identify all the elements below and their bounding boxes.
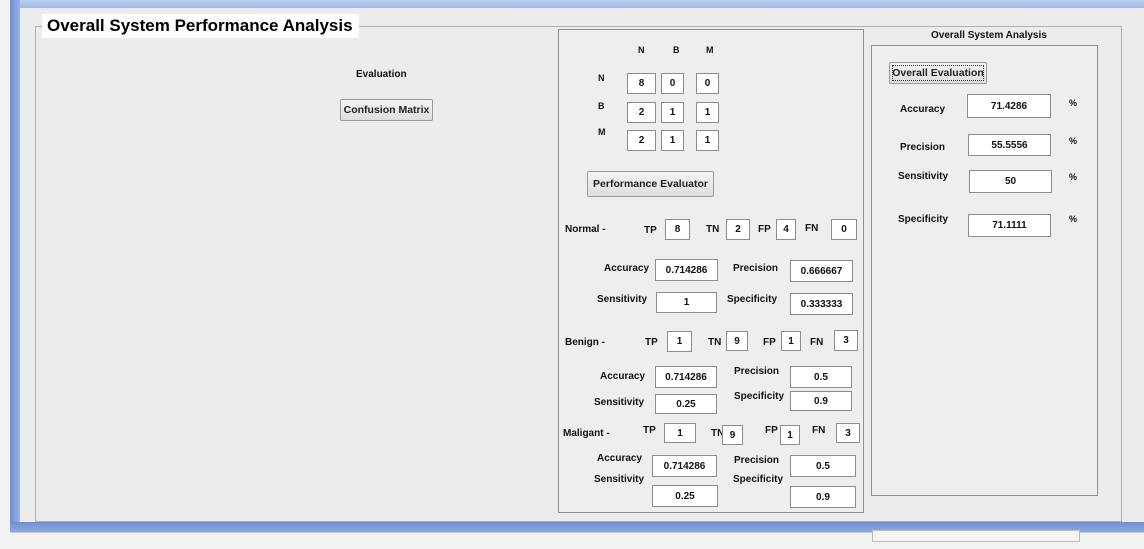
normal-sensitivity-field[interactable]: 1: [656, 292, 717, 313]
page-title: Overall System Performance Analysis: [42, 14, 359, 38]
benign-specificity-field[interactable]: 0.9: [790, 391, 852, 411]
percent-sign: %: [1069, 214, 1078, 224]
benign-label: Benign -: [565, 337, 605, 348]
benign-sensitivity-field[interactable]: 0.25: [655, 394, 717, 414]
precision-label: Precision: [734, 366, 780, 377]
overall-title: Overall System Analysis: [931, 30, 1047, 41]
fn-label: FN: [812, 425, 826, 436]
matrix-cell[interactable]: 0: [661, 73, 684, 94]
sensitivity-label: Sensitivity: [594, 474, 645, 485]
specificity-label: Specificity: [734, 391, 785, 402]
normal-specificity-field[interactable]: 0.333333: [790, 293, 853, 315]
malignant-accuracy-field[interactable]: 0.714286: [652, 455, 717, 477]
evaluation-label: Evaluation: [356, 69, 407, 80]
accuracy-label: Accuracy: [900, 104, 946, 115]
benign-tn-field[interactable]: 9: [726, 331, 748, 351]
accuracy-label: Accuracy: [604, 263, 650, 274]
fp-label: FP: [765, 425, 778, 436]
benign-tp-field[interactable]: 1: [667, 331, 692, 352]
matrix-cell[interactable]: 2: [627, 102, 656, 123]
bottom-right-control: [872, 530, 1080, 542]
sensitivity-label: Sensitivity: [898, 171, 949, 182]
percent-sign: %: [1069, 98, 1078, 108]
accuracy-label: Accuracy: [597, 453, 643, 464]
benign-fn-field[interactable]: 3: [834, 330, 858, 351]
benign-fp-field[interactable]: 1: [781, 331, 801, 351]
matrix-col-header: B: [673, 45, 680, 55]
matrix-col-header: N: [638, 45, 645, 55]
benign-accuracy-field[interactable]: 0.714286: [655, 366, 717, 388]
malignant-fp-field[interactable]: 1: [780, 425, 800, 445]
percent-sign: %: [1069, 136, 1078, 146]
normal-fn-field[interactable]: 0: [831, 219, 857, 240]
window-left-rail: [10, 0, 20, 549]
benign-precision-field[interactable]: 0.5: [790, 366, 852, 388]
matrix-row-header: N: [598, 73, 605, 83]
malignant-tn-field[interactable]: 9: [722, 425, 743, 445]
normal-tp-field[interactable]: 8: [665, 219, 690, 240]
specificity-label: Specificity: [733, 474, 784, 485]
tn-label: TN: [706, 224, 720, 235]
normal-precision-field[interactable]: 0.666667: [790, 260, 853, 282]
normal-label: Normal -: [565, 224, 606, 235]
window-left-strip: [0, 0, 10, 549]
fn-label: FN: [810, 337, 824, 348]
specificity-label: Specificity: [898, 214, 949, 225]
normal-fp-field[interactable]: 4: [776, 219, 796, 240]
tp-label: TP: [645, 337, 658, 348]
fp-label: FP: [758, 224, 771, 235]
fn-label: FN: [805, 223, 819, 234]
overall-sensitivity-field[interactable]: 50: [969, 170, 1052, 193]
malignant-specificity-field[interactable]: 0.9: [790, 486, 856, 508]
matrix-cell[interactable]: 1: [661, 102, 684, 123]
precision-label: Precision: [900, 142, 946, 153]
performance-evaluator-button[interactable]: Performance Evaluator: [587, 171, 714, 197]
overall-accuracy-field[interactable]: 71.4286: [967, 94, 1051, 118]
tp-label: TP: [644, 225, 657, 236]
malignant-tp-field[interactable]: 1: [664, 423, 696, 443]
normal-accuracy-field[interactable]: 0.714286: [655, 259, 718, 281]
fp-label: FP: [763, 337, 776, 348]
matrix-row-header: M: [598, 127, 606, 137]
window-top-bar: [20, 0, 1144, 8]
matrix-cell[interactable]: 1: [696, 102, 719, 123]
malignant-precision-field[interactable]: 0.5: [790, 455, 856, 477]
accuracy-label: Accuracy: [600, 371, 646, 382]
matrix-cell[interactable]: 0: [696, 73, 719, 94]
specificity-label: Specificity: [727, 294, 778, 305]
overall-specificity-field[interactable]: 71.1111: [968, 214, 1051, 237]
matrix-cell[interactable]: 1: [696, 130, 719, 151]
confusion-matrix-button[interactable]: Confusion Matrix: [340, 99, 433, 121]
precision-label: Precision: [734, 455, 780, 466]
percent-sign: %: [1069, 172, 1078, 182]
sensitivity-label: Sensitivity: [594, 397, 645, 408]
overall-precision-field[interactable]: 55.5556: [968, 134, 1051, 156]
tn-label: TN: [708, 337, 722, 348]
matrix-col-header: M: [706, 45, 714, 55]
malignant-sensitivity-field[interactable]: 0.25: [652, 485, 718, 507]
precision-label: Precision: [733, 263, 779, 274]
tp-label: TP: [643, 425, 656, 436]
matrix-cell[interactable]: 8: [627, 73, 656, 94]
malignant-label: Maligant -: [563, 428, 610, 439]
matrix-cell[interactable]: 2: [627, 130, 656, 151]
sensitivity-label: Sensitivity: [597, 294, 648, 305]
matrix-cell[interactable]: 1: [661, 130, 684, 151]
matrix-row-header: B: [598, 101, 605, 111]
malignant-fn-field[interactable]: 3: [836, 423, 860, 443]
normal-tn-field[interactable]: 2: [726, 219, 750, 240]
overall-evaluation-button[interactable]: Overall Evaluation: [889, 62, 987, 84]
